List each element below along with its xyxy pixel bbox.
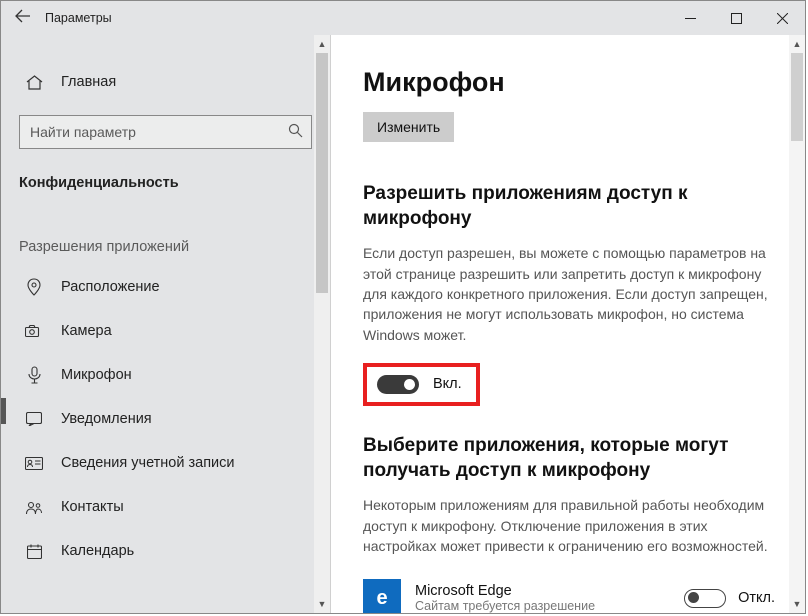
- choose-apps-heading: Выберите приложения, которые могут получ…: [363, 434, 781, 483]
- allow-apps-description: Если доступ разрешен, вы можете с помощь…: [363, 243, 781, 344]
- app-toggle-label: Откл.: [738, 590, 775, 606]
- notifications-icon: [23, 412, 45, 426]
- scroll-up-icon[interactable]: ▲: [789, 35, 805, 53]
- sidebar-item-label: Календарь: [61, 543, 134, 559]
- scroll-down-icon[interactable]: ▼: [314, 595, 330, 613]
- toggle-knob: [688, 592, 699, 603]
- allow-apps-heading: Разрешить приложениям доступ к микрофону: [363, 182, 781, 231]
- titlebar: Параметры: [1, 1, 805, 35]
- choose-apps-description: Некоторым приложениям для правильной раб…: [363, 495, 781, 556]
- sidebar-home-label: Главная: [61, 74, 116, 90]
- app-text: Microsoft Edge Сайтам требуется разрешен…: [415, 583, 670, 613]
- sidebar-item-label: Микрофон: [61, 367, 132, 383]
- settings-window: Параметры Главная: [0, 0, 806, 614]
- sidebar-item-camera[interactable]: Камера: [1, 309, 330, 353]
- app-list: e Microsoft Edge Сайтам требуется разреш…: [363, 574, 781, 613]
- scroll-down-icon[interactable]: ▼: [789, 595, 805, 613]
- maximize-button[interactable]: [713, 1, 759, 35]
- search-icon: [288, 123, 303, 141]
- app-toggle[interactable]: [684, 589, 726, 608]
- sidebar: Главная Найти параметр Конфиденциальност…: [1, 35, 331, 613]
- sidebar-home[interactable]: Главная: [1, 63, 330, 101]
- location-icon: [23, 278, 45, 296]
- app-subtext: Сайтам требуется разрешение: [415, 599, 670, 613]
- camera-icon: [23, 325, 45, 338]
- sidebar-active-indicator: [1, 398, 6, 424]
- scroll-up-icon[interactable]: ▲: [314, 35, 330, 53]
- sidebar-item-location[interactable]: Расположение: [1, 265, 330, 309]
- sidebar-item-label: Расположение: [61, 279, 160, 295]
- page-title: Микрофон: [363, 67, 781, 98]
- app-row: e Microsoft Edge Сайтам требуется разреш…: [363, 574, 781, 613]
- sidebar-section-title: Конфиденциальность: [19, 175, 330, 191]
- scrollbar-thumb[interactable]: [791, 53, 803, 141]
- scrollbar-track[interactable]: [789, 53, 805, 595]
- sidebar-nav: Расположение Камера Микрофон: [1, 265, 330, 573]
- app-name: Microsoft Edge: [415, 583, 670, 599]
- contacts-icon: [23, 500, 45, 515]
- scrollbar-thumb[interactable]: [316, 53, 328, 293]
- app-toggle-group: Откл.: [684, 589, 775, 608]
- content: Микрофон Изменить Разрешить приложениям …: [331, 35, 805, 613]
- window-controls: [667, 1, 805, 35]
- calendar-icon: [23, 544, 45, 559]
- sidebar-item-label: Камера: [61, 323, 112, 339]
- change-button[interactable]: Изменить: [363, 112, 454, 142]
- microphone-icon: [23, 366, 45, 384]
- sidebar-item-label: Уведомления: [61, 411, 152, 427]
- minimize-button[interactable]: [667, 1, 713, 35]
- window-title: Параметры: [45, 11, 112, 25]
- sidebar-item-label: Сведения учетной записи: [61, 455, 235, 471]
- home-icon: [23, 75, 45, 90]
- sidebar-item-microphone[interactable]: Микрофон: [1, 353, 330, 397]
- search-input[interactable]: Найти параметр: [19, 115, 312, 149]
- back-button[interactable]: [1, 9, 45, 27]
- sidebar-item-label: Контакты: [61, 499, 124, 515]
- search-placeholder: Найти параметр: [30, 124, 288, 140]
- sidebar-item-notifications[interactable]: Уведомления: [1, 397, 330, 441]
- sidebar-scrollbar[interactable]: ▲ ▼: [314, 35, 330, 613]
- edge-icon: e: [363, 579, 401, 613]
- allow-apps-toggle[interactable]: [377, 375, 419, 394]
- highlight-annotation: Вкл.: [363, 363, 480, 406]
- content-scrollbar[interactable]: ▲ ▼: [789, 35, 805, 613]
- toggle-knob: [404, 379, 415, 390]
- close-button[interactable]: [759, 1, 805, 35]
- sidebar-item-contacts[interactable]: Контакты: [1, 485, 330, 529]
- scrollbar-track[interactable]: [314, 53, 330, 595]
- sidebar-item-calendar[interactable]: Календарь: [1, 529, 330, 573]
- body: Главная Найти параметр Конфиденциальност…: [1, 35, 805, 613]
- sidebar-group-title: Разрешения приложений: [19, 239, 330, 255]
- allow-apps-toggle-label: Вкл.: [433, 376, 462, 392]
- sidebar-item-account-info[interactable]: Сведения учетной записи: [1, 441, 330, 485]
- account-info-icon: [23, 457, 45, 470]
